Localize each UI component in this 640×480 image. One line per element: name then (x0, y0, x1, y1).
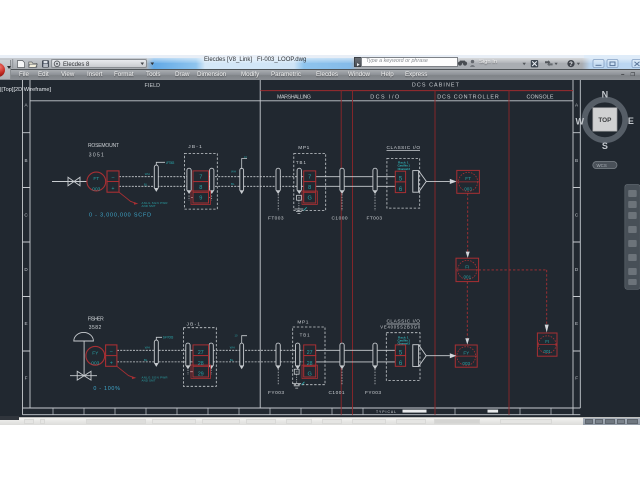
svg-text:BL: BL (144, 358, 148, 362)
svg-text:W: W (576, 117, 585, 127)
svg-text:C1000: C1000 (332, 215, 348, 221)
svg-text:CONSOLE: CONSOLE (527, 94, 554, 100)
svg-text:FY003: FY003 (365, 390, 381, 396)
svg-text:BL: BL (230, 358, 234, 362)
svg-text:G: G (308, 196, 312, 202)
svg-text:+: + (110, 360, 113, 366)
svg-text:F: F (25, 376, 28, 381)
svg-text:DCS CONTROLLER: DCS CONTROLLER (437, 94, 499, 100)
svg-text:E: E (24, 321, 27, 326)
svg-text:28: 28 (307, 361, 313, 367)
svg-text:Channel 2: Channel 2 (398, 167, 411, 171)
svg-text:28: 28 (198, 361, 204, 367)
svg-text:003: 003 (92, 186, 100, 192)
svg-text:BL: BL (231, 182, 235, 186)
svg-text:9: 9 (199, 196, 202, 202)
svg-text:001: 001 (463, 275, 471, 280)
svg-text:FI: FI (465, 264, 469, 269)
svg-text:003: 003 (464, 187, 472, 192)
svg-text:0 - 100%: 0 - 100% (93, 386, 120, 392)
svg-text:MP1: MP1 (297, 319, 308, 325)
svg-text:WCS: WCS (597, 163, 607, 168)
svg-text:FIELD: FIELD (145, 83, 161, 89)
svg-text:+: + (112, 186, 115, 192)
svg-text:29: 29 (198, 372, 204, 378)
svg-text:FI: FI (545, 339, 549, 344)
svg-text:S: S (602, 141, 608, 151)
svg-text:FY: FY (463, 351, 469, 356)
svg-text:FY: FY (92, 350, 99, 356)
svg-text:3051: 3051 (89, 153, 104, 159)
svg-text:WH: WH (230, 345, 235, 349)
svg-text:FT003: FT003 (268, 215, 284, 221)
svg-text:C1001: C1001 (329, 390, 345, 396)
svg-text:MARSHALLING: MARSHALLING (277, 94, 311, 100)
svg-text:FT: FT (465, 176, 471, 181)
svg-text:FT003: FT003 (367, 215, 383, 221)
svg-text:FISHER: FISHER (88, 316, 104, 322)
svg-text:TOP: TOP (598, 117, 612, 124)
svg-text:B: B (575, 158, 578, 163)
svg-text:G: G (308, 371, 312, 377)
svg-text:TYPICAL: TYPICAL (376, 410, 396, 414)
svg-text:001: 001 (544, 349, 552, 354)
svg-text:S-FY003: S-FY003 (163, 336, 174, 340)
svg-text:27: 27 (198, 350, 204, 356)
svg-text:E: E (628, 116, 634, 126)
svg-text:I-FT003: I-FT003 (166, 161, 175, 165)
svg-text:7: 7 (199, 174, 202, 180)
svg-text:WH: WH (231, 169, 236, 173)
svg-text:-|[Top][2D Wireframe]: -|[Top][2D Wireframe] (0, 87, 51, 93)
svg-text:8: 8 (199, 185, 202, 191)
svg-text:BL: BL (144, 182, 148, 186)
svg-text:003: 003 (91, 361, 99, 367)
svg-text:?: ? (569, 62, 573, 68)
svg-text:TB1: TB1 (300, 332, 311, 337)
svg-text:AND SMT: AND SMT (142, 204, 156, 208)
svg-text:FT: FT (93, 176, 99, 182)
svg-text:7: 7 (308, 174, 311, 180)
svg-text:ROSEMOUNT: ROSEMOUNT (88, 143, 119, 149)
svg-text:DCS CABINET: DCS CABINET (412, 83, 460, 89)
svg-text:E: E (575, 321, 578, 326)
svg-text:WH: WH (145, 345, 150, 349)
svg-text:–: – (110, 349, 113, 355)
svg-text:VE4005S2B3G0: VE4005S2B3G0 (380, 325, 421, 330)
svg-text:–: – (112, 175, 115, 181)
svg-text:003: 003 (462, 361, 470, 366)
svg-text:F: F (575, 376, 578, 381)
svg-text:TB1: TB1 (296, 160, 307, 165)
svg-text:B: B (24, 158, 27, 163)
svg-text:N: N (602, 89, 609, 99)
svg-text:WH: WH (145, 172, 150, 176)
svg-text:MP1: MP1 (298, 145, 309, 151)
svg-text:8: 8 (308, 185, 311, 191)
svg-text:3582: 3582 (89, 325, 102, 331)
svg-text:0 - 3,000,000 SCFD: 0 - 3,000,000 SCFD (89, 212, 151, 218)
svg-text:27: 27 (307, 350, 313, 356)
svg-text:Elecdes 8: Elecdes 8 (63, 62, 90, 68)
svg-text:FY003: FY003 (268, 390, 284, 396)
svg-text:AND SMT: AND SMT (142, 379, 156, 383)
